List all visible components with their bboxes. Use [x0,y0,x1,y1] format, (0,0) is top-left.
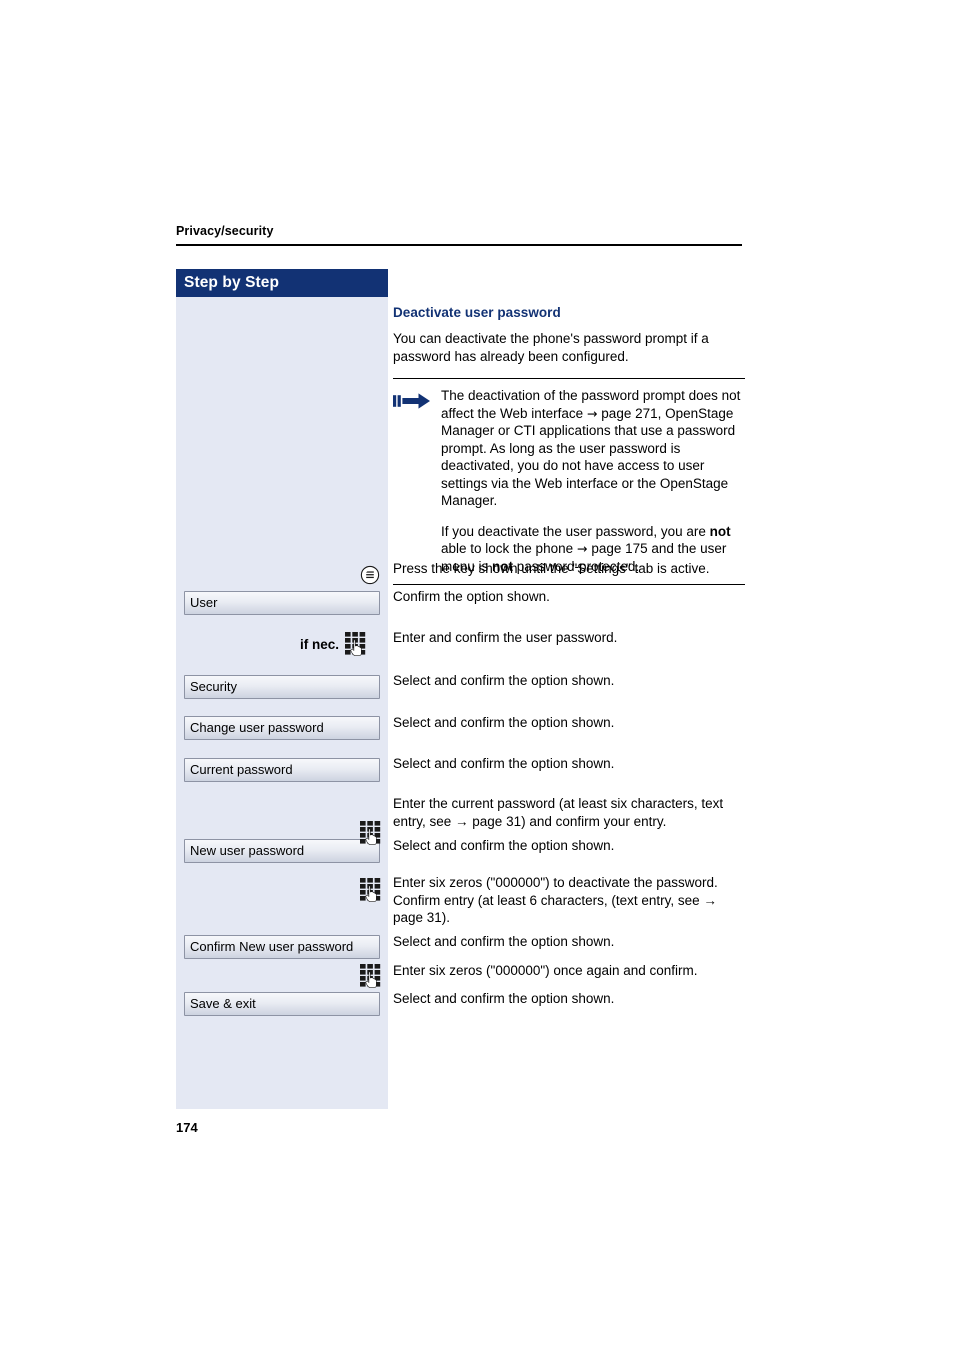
instruction-row: Enter and confirm the user password. [393,630,618,645]
option-button-new-user-password[interactable]: New user password [184,839,380,863]
instruction-row: Confirm the option shown. [393,589,550,604]
page-ref-arrow-icon: → [586,405,602,421]
note-box: The deactivation of the password prompt … [393,378,745,585]
keypad-icon[interactable] [345,632,366,656]
sidebar-title: Step by Step [176,269,388,297]
page-number: 174 [176,1120,198,1135]
running-title: Privacy/security [176,224,274,238]
option-button-confirm-new-user-password[interactable]: Confirm New user password [184,935,380,959]
instruction-row: Select and confirm the option shown. [393,756,615,771]
page-header: Privacy/security [176,224,742,246]
note-p2-pre: If you deactivate the user password, you… [441,523,710,539]
header-divider [176,244,742,246]
intro-paragraph: You can deactivate the phone's password … [393,331,709,364]
option-button-change-user-password[interactable]: Change user password [184,716,380,740]
option-button-save-and-exit[interactable]: Save & exit [184,992,380,1016]
note-text: The deactivation of the password prompt … [441,387,745,575]
instruction-row: Enter six zeros ("000000") once again an… [393,963,698,978]
option-button-user[interactable]: User [184,591,380,615]
main-content: Deactivate user password You can deactiv… [393,269,745,585]
if-necessary-label: if nec. [300,636,340,652]
note-p2-bold-1: not [709,523,731,539]
note-p1-ref[interactable]: page 271 [601,406,657,421]
option-button-current-password[interactable]: Current password [184,758,380,782]
note-arrow-icon [393,387,441,411]
instruction-row: Press the key shown until the "Settings"… [393,561,710,576]
instruction-row: Enter six zeros ("000000") to deactivate… [393,875,718,925]
instruction-row: Select and confirm the option shown. [393,673,615,688]
note-paragraph-1: The deactivation of the password prompt … [441,387,745,510]
instruction-row: Select and confirm the option shown. [393,934,615,949]
page-ref-arrow-icon: → [576,541,592,556]
instruction-row: Select and confirm the option shown. [393,838,615,853]
section-title: Deactivate user password [393,305,561,320]
instruction-row: Select and confirm the option shown. [393,991,615,1006]
instruction-row: Select and confirm the option shown. [393,715,615,730]
note-p2-mid: able to lock the phone [441,541,577,556]
option-button-security[interactable]: Security [184,675,380,699]
instruction-row: Enter the current password (at least six… [393,796,724,829]
note-p2-ref[interactable]: page 175 [591,541,647,556]
